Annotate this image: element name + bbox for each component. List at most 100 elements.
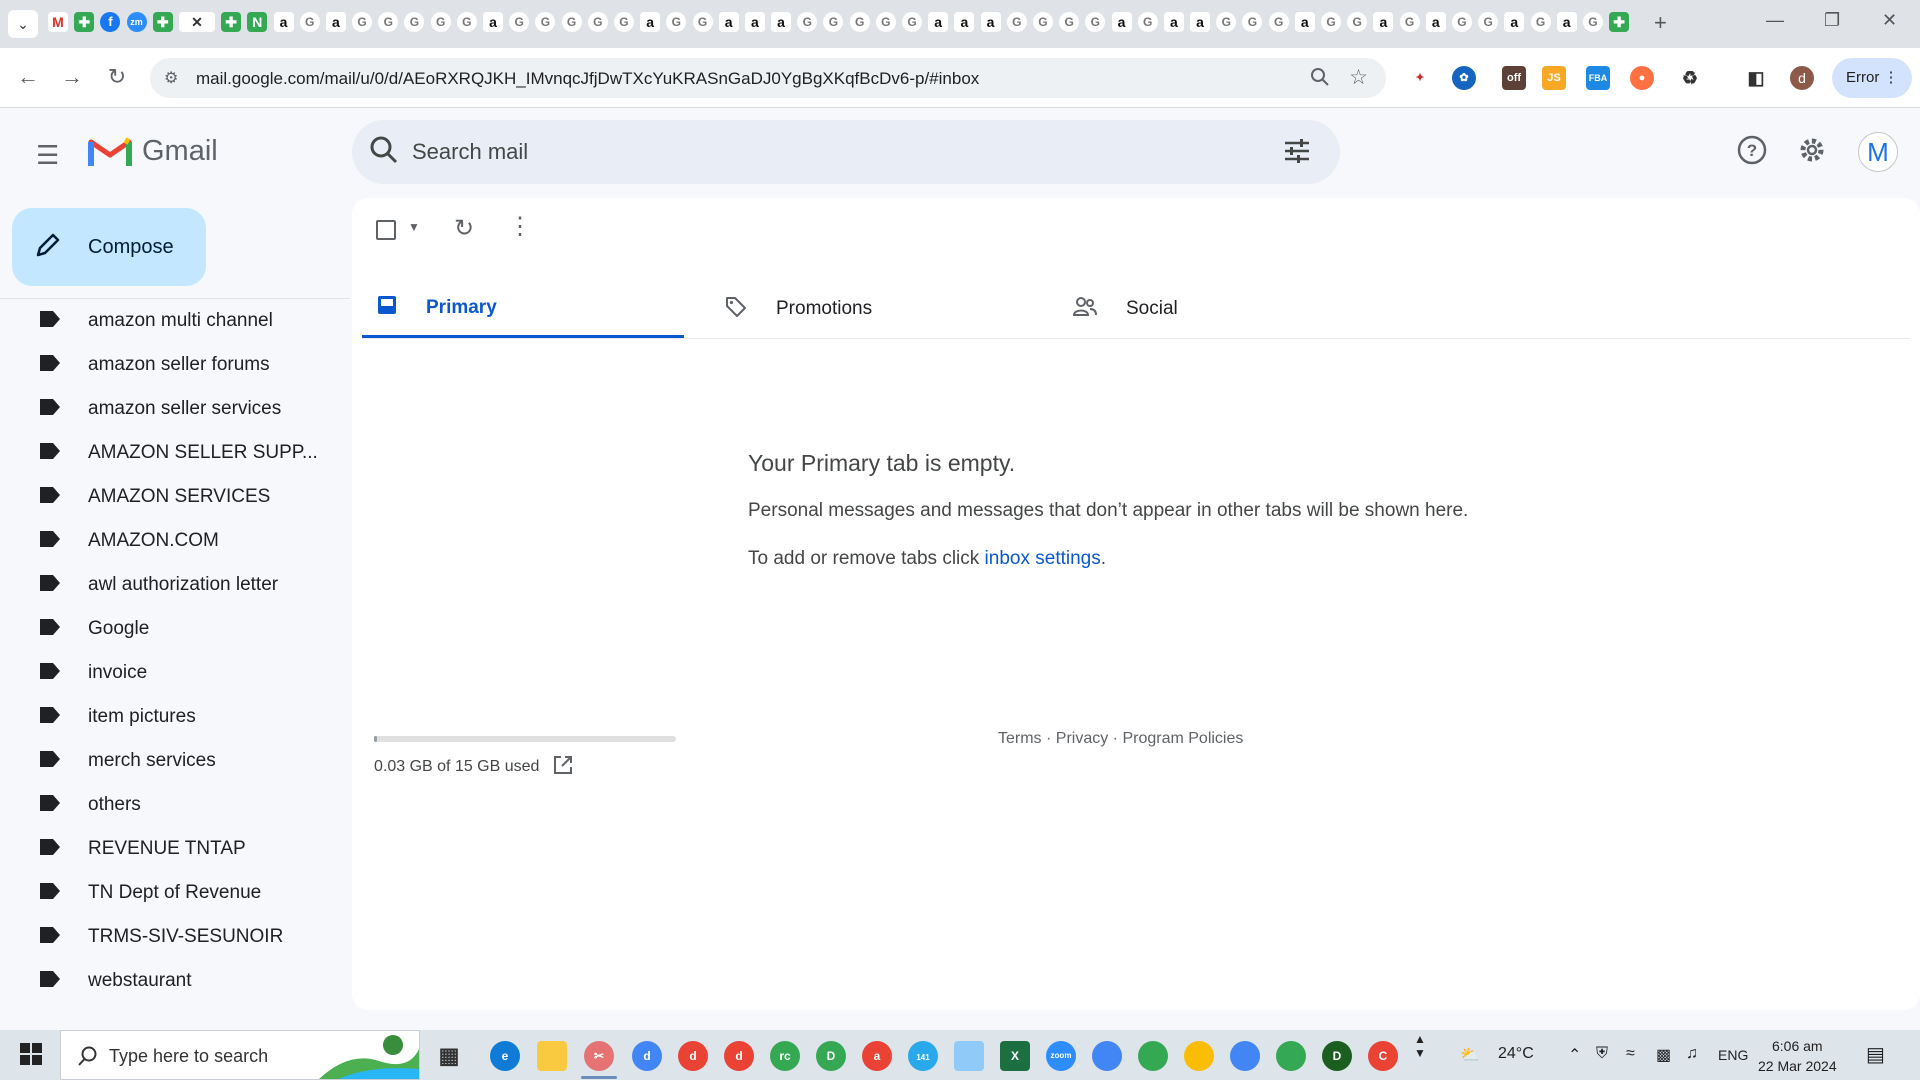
side-panel-icon[interactable]: ◧ [1744, 66, 1768, 90]
tab-google-favicon-icon[interactable]: G [823, 12, 844, 32]
tab-google-favicon-icon[interactable]: G [1478, 12, 1499, 32]
snipping-tool-taskbar-icon[interactable]: ✂ [584, 1041, 614, 1071]
compose-button[interactable]: Compose [12, 208, 206, 286]
tab-zoom-favicon-icon[interactable]: zm [126, 12, 147, 32]
chrome-profile-9-icon[interactable] [1230, 1041, 1260, 1071]
sidebar-label-item[interactable]: AMAZON SERVICES [0, 475, 350, 519]
tab-google-favicon-icon[interactable]: G [1085, 12, 1106, 32]
task-view-icon[interactable]: ▦ [434, 1041, 464, 1071]
chrome-profile-7-icon[interactable] [1138, 1041, 1168, 1071]
chrome-profile-2-icon[interactable]: d [678, 1041, 708, 1071]
sidebar-label-item[interactable]: amazon seller services [0, 387, 350, 431]
tab-google-favicon-icon[interactable]: G [1216, 12, 1237, 32]
tab-gmail-favicon-icon[interactable]: M [48, 12, 68, 32]
tab-amazon-favicon-icon[interactable]: a [980, 12, 1001, 32]
security-icon[interactable]: ⛨ [1596, 1045, 1608, 1063]
select-all-checkbox[interactable] [376, 220, 396, 240]
browser-profile-avatar[interactable]: d [1790, 66, 1814, 90]
tab-google-favicon-icon[interactable]: G [456, 12, 477, 32]
select-options-caret-icon[interactable]: ▼ [408, 220, 420, 234]
tab-google-favicon-icon[interactable]: G [1059, 12, 1080, 32]
windows-start-icon[interactable] [20, 1043, 42, 1070]
sidebar-label-item[interactable]: AMAZON.COM [0, 519, 350, 563]
sidebar-label-item[interactable]: REVENUE TNTAP [0, 827, 350, 871]
tab-google-favicon-icon[interactable]: G [1268, 12, 1289, 32]
tab-amazon-favicon-icon[interactable]: a [1294, 12, 1315, 32]
chrome-profile-8-icon[interactable] [1184, 1041, 1214, 1071]
tab-google-favicon-icon[interactable]: G [875, 12, 896, 32]
extension-orange-icon[interactable]: ● [1630, 66, 1654, 90]
tab-sheets-favicon-icon[interactable]: ✚ [1609, 12, 1630, 32]
system-clock[interactable]: 6:06 am 22 Mar 2024 [1758, 1036, 1837, 1076]
tab-google-favicon-icon[interactable]: G [378, 12, 399, 32]
taskbar-scroll-arrows-icon[interactable]: ▲ ▼ [1414, 1032, 1426, 1060]
forward-button[interactable]: → [58, 64, 86, 90]
sidebar-label-item[interactable]: TRMS-SIV-SESUNOIR [0, 915, 350, 959]
zoom-icon[interactable] [1310, 67, 1330, 92]
tab-google-favicon-icon[interactable]: G [1032, 12, 1053, 32]
sidebar-label-item[interactable]: TN Dept of Revenue [0, 871, 350, 915]
site-info-icon[interactable]: ⚙ [164, 68, 178, 88]
language-indicator[interactable]: ENG [1718, 1047, 1748, 1063]
tab-google-favicon-icon[interactable]: G [666, 12, 687, 32]
chrome-profile-5-icon[interactable]: D [816, 1041, 846, 1071]
extension-off-icon[interactable]: off [1502, 66, 1526, 90]
sidebar-label-item[interactable]: awl authorization letter [0, 563, 350, 607]
bookmark-star-icon[interactable]: ☆ [1349, 65, 1368, 90]
weather-temperature[interactable]: 24°C [1498, 1045, 1534, 1063]
tab-google-favicon-icon[interactable]: G [1006, 12, 1027, 32]
edge-taskbar-icon[interactable]: e [490, 1041, 520, 1071]
tab-sheets-favicon-icon[interactable]: ✚ [74, 12, 95, 32]
tab-sheets-favicon-icon[interactable]: ✚ [152, 12, 173, 32]
weather-icon[interactable]: ⛅ [1460, 1045, 1480, 1065]
chrome-profile-d-icon[interactable]: d [632, 1041, 662, 1071]
sidebar-label-item[interactable]: invoice [0, 651, 350, 695]
tab-google-favicon-icon[interactable]: G [902, 12, 922, 32]
chrome-profile-11-icon[interactable]: D [1322, 1041, 1352, 1071]
tab-google-favicon-icon[interactable]: G [1582, 12, 1603, 32]
battery-icon[interactable]: ▩ [1656, 1045, 1671, 1065]
tab-amazon-favicon-icon[interactable]: a [1556, 12, 1577, 32]
open-in-new-icon[interactable] [552, 754, 574, 781]
chrome-profile-10-icon[interactable] [1276, 1041, 1306, 1071]
tab-sheets-favicon-icon[interactable]: ✚ [221, 12, 242, 32]
sidebar-label-item[interactable]: Google [0, 607, 350, 651]
tab-google-favicon-icon[interactable]: G [1451, 12, 1472, 32]
tab-google-favicon-icon[interactable]: G [797, 12, 818, 32]
tab-google-favicon-icon[interactable]: G [404, 12, 425, 32]
privacy-link[interactable]: Privacy [1056, 730, 1108, 747]
show-hidden-icons-icon[interactable]: ⌃ [1568, 1045, 1581, 1065]
sidebar-label-item[interactable]: item pictures [0, 695, 350, 739]
taskbar-search-box[interactable]: Type here to search [60, 1030, 420, 1080]
tab-google-favicon-icon[interactable]: G [352, 12, 373, 32]
chrome-profile-3-icon[interactable]: d [724, 1041, 754, 1071]
tab-feedly-favicon-icon[interactable]: N [247, 12, 268, 32]
search-bar[interactable]: Search mail [352, 120, 1340, 184]
chrome-profile-6-icon[interactable]: a [862, 1041, 892, 1071]
tab-amazon-favicon-icon[interactable]: a [1425, 12, 1446, 32]
close-window-button[interactable]: ✕ [1882, 10, 1897, 31]
extension-fba-icon[interactable]: FBA [1586, 66, 1610, 90]
tab-amazon-favicon-icon[interactable]: a [1190, 12, 1211, 32]
browser-error-chip[interactable]: Error ⋮ [1832, 58, 1912, 98]
tab-primary[interactable]: Primary [362, 280, 684, 338]
zoom-taskbar-icon[interactable]: zoom [1046, 1041, 1076, 1071]
tab-google-favicon-icon[interactable]: G [613, 12, 634, 32]
sidebar-label-item[interactable]: AMAZON SELLER SUPP... [0, 431, 350, 475]
tab-amazon-favicon-icon[interactable]: a [771, 12, 792, 32]
tab-amazon-favicon-icon[interactable]: a [744, 12, 765, 32]
program-policies-link[interactable]: Program Policies [1122, 730, 1243, 747]
restore-button[interactable]: ❐ [1824, 10, 1840, 31]
account-avatar[interactable]: M [1858, 132, 1898, 172]
tab-amazon-favicon-icon[interactable]: a [325, 12, 346, 32]
refresh-icon[interactable]: ↻ [454, 214, 474, 243]
extensions-puzzle-icon[interactable]: ♻ [1678, 66, 1702, 90]
tab-search-dropdown[interactable]: ⌄ [8, 10, 38, 38]
tab-google-favicon-icon[interactable]: G [1347, 12, 1368, 32]
gmail-logo[interactable]: Gmail [88, 134, 218, 168]
chrome-taskbar-icon[interactable] [1092, 1041, 1122, 1071]
tab-google-favicon-icon[interactable]: G [299, 12, 320, 32]
tab-google-favicon-icon[interactable]: G [561, 12, 582, 32]
sidebar-label-item[interactable]: merch services [0, 739, 350, 783]
app-taskbar-icon[interactable] [954, 1041, 984, 1071]
